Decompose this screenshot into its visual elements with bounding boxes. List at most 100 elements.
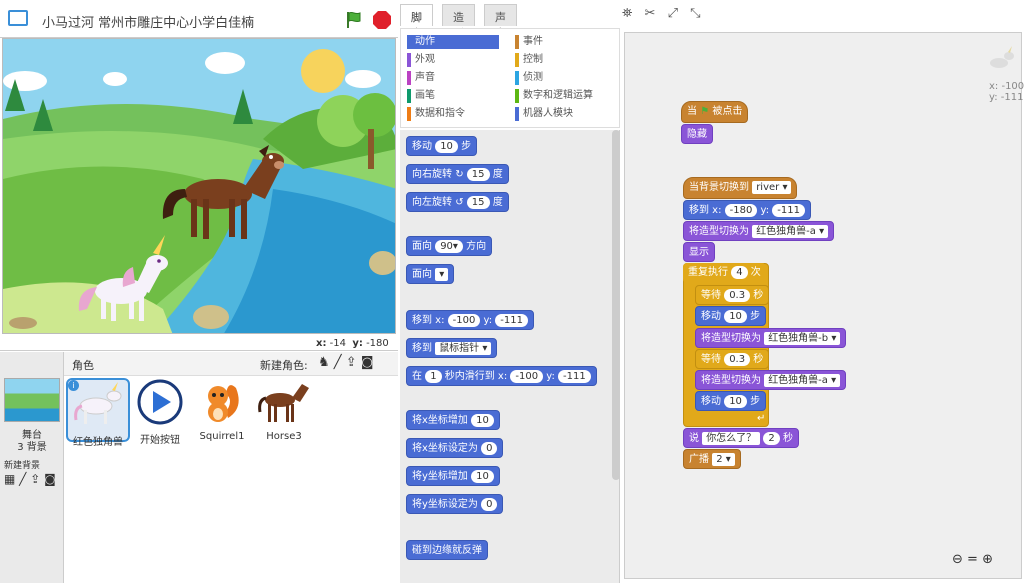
seconds-input[interactable]: 1: [425, 370, 442, 383]
block-point-direction[interactable]: 面向 90▾ 方向: [406, 236, 493, 256]
degrees-input[interactable]: 15: [466, 196, 490, 209]
seconds-input[interactable]: 0.3: [724, 353, 751, 366]
steps-input[interactable]: 10: [724, 310, 747, 323]
block-say-for[interactable]: 说 你怎么了？ 2 秒: [683, 428, 799, 448]
block-repeat[interactable]: 重复执行 4 次: [683, 263, 766, 283]
block-broadcast[interactable]: 广播 2 ▾: [683, 449, 741, 469]
degrees-input[interactable]: 15: [466, 168, 490, 181]
tab-scripts[interactable]: 脚本: [400, 4, 433, 40]
stop-icon[interactable]: [372, 10, 392, 30]
delete-icon[interactable]: ✂: [645, 6, 656, 21]
block-glide[interactable]: 在 1 秒内滑行到 x: -100 y: -111: [406, 366, 597, 386]
hat-backdrop-switch[interactable]: 当背景切换到 river ▾: [683, 177, 798, 199]
upload-sprite-icon[interactable]: ⇪: [346, 355, 357, 370]
backdrop-dropdown[interactable]: river ▾: [752, 181, 792, 194]
block-set-x[interactable]: 将x坐标设定为 0: [406, 438, 504, 458]
block-point-towards[interactable]: 面向 ▾: [406, 264, 455, 284]
tab-sounds[interactable]: 声音: [484, 4, 517, 40]
message-dropdown[interactable]: 2 ▾: [712, 453, 735, 466]
duplicate-icon[interactable]: ⛯: [622, 6, 632, 21]
scripts-area[interactable]: x: -100 y: -111 当 ⚑ 被点击 隐藏 当背景切换到 river …: [624, 32, 1024, 579]
category-sensing[interactable]: 侦测: [515, 71, 543, 85]
block-wait[interactable]: 等待 0.3 秒: [695, 285, 770, 305]
block-bounce[interactable]: 碰到边缘就反弹: [406, 540, 488, 560]
category-pen[interactable]: 画笔: [407, 89, 435, 103]
block-goto-xy[interactable]: 移到 x: -180 y: -111: [683, 200, 811, 220]
zoom-in-icon[interactable]: ⊕: [982, 552, 993, 567]
block-wait[interactable]: 等待 0.3 秒: [695, 349, 770, 369]
count-input[interactable]: 4: [731, 266, 748, 279]
message-input[interactable]: 你怎么了？: [702, 432, 761, 445]
x-input[interactable]: -100: [510, 370, 544, 383]
draw-backdrop-icon[interactable]: ╱: [19, 472, 26, 486]
value-input[interactable]: 10: [471, 414, 494, 427]
category-robot[interactable]: 机器人模块: [515, 107, 573, 121]
block-move[interactable]: 移动 10 步: [695, 306, 767, 326]
category-motion[interactable]: 动作: [407, 35, 499, 49]
category-events[interactable]: 事件: [515, 35, 543, 49]
value-input[interactable]: 0: [481, 498, 498, 511]
block-change-x[interactable]: 将x坐标增加 10: [406, 410, 500, 430]
block-text: 秒: [782, 433, 793, 444]
camera-sprite-icon[interactable]: ◙: [361, 355, 374, 370]
green-flag-icon[interactable]: [344, 10, 364, 30]
shrink-icon[interactable]: ⤡: [690, 6, 700, 21]
block-change-y[interactable]: 将y坐标增加 10: [406, 466, 500, 486]
block-text: 度: [492, 169, 503, 180]
zoom-reset-icon[interactable]: =: [967, 552, 978, 567]
grow-icon[interactable]: ⤢: [668, 6, 678, 21]
block-switch-costume[interactable]: 将造型切换为 红色独角兽-b ▾: [695, 328, 847, 348]
steps-input[interactable]: 10: [435, 140, 458, 153]
paint-backdrop-icon[interactable]: ▦: [4, 472, 15, 486]
y-input[interactable]: -111: [558, 370, 591, 383]
block-show[interactable]: 显示: [683, 242, 715, 262]
paint-sprite-icon[interactable]: ╱: [334, 355, 342, 370]
sprite-tile-unicorn[interactable]: i 红色独角兽: [66, 378, 130, 448]
sprite-tile-horse[interactable]: Horse3: [252, 378, 316, 442]
costume-dropdown[interactable]: 红色独角兽-a ▾: [764, 374, 841, 387]
value-input[interactable]: 0: [481, 442, 498, 455]
category-looks[interactable]: 外观: [407, 53, 435, 67]
block-move[interactable]: 移动 10 步: [406, 136, 478, 156]
stage-thumbnail[interactable]: [4, 378, 60, 422]
sprite-tile-squirrel[interactable]: Squirrel1: [190, 378, 254, 442]
seconds-input[interactable]: 0.3: [724, 289, 751, 302]
costume-dropdown[interactable]: 红色独角兽-b ▾: [764, 332, 841, 345]
block-turn-right[interactable]: 向右旋转 ↻ 15 度: [406, 164, 509, 184]
x-input[interactable]: -180: [724, 204, 758, 217]
y-input[interactable]: -111: [495, 314, 528, 327]
category-control[interactable]: 控制: [515, 53, 543, 67]
category-sound[interactable]: 声音: [407, 71, 435, 85]
block-switch-costume[interactable]: 将造型切换为 红色独角兽-a ▾: [683, 221, 835, 241]
goto-dropdown[interactable]: 鼠标指针 ▾: [435, 342, 492, 355]
category-data[interactable]: 数据和指令: [407, 107, 465, 121]
value-input[interactable]: 10: [471, 470, 494, 483]
block-switch-costume[interactable]: 将造型切换为 红色独角兽-a ▾: [695, 370, 847, 390]
y-input[interactable]: -111: [772, 204, 805, 217]
direction-dropdown[interactable]: 90▾: [435, 240, 463, 253]
block-turn-left[interactable]: 向左旋转 ↺ 15 度: [406, 192, 509, 212]
block-set-y[interactable]: 将y坐标设定为 0: [406, 494, 504, 514]
zoom-out-icon[interactable]: ⊖: [952, 552, 963, 567]
info-icon[interactable]: i: [68, 380, 79, 391]
hat-flag-clicked[interactable]: 当 ⚑ 被点击: [681, 101, 749, 123]
tab-costumes[interactable]: 造型: [442, 4, 475, 40]
steps-input[interactable]: 10: [724, 395, 747, 408]
stage-backdrop-column[interactable]: 舞台 3 背景 新建背景 ▦ ╱ ⇪ ◙: [0, 352, 64, 583]
costume-dropdown[interactable]: 红色独角兽-a ▾: [752, 225, 829, 238]
x-input[interactable]: -100: [447, 314, 481, 327]
block-move[interactable]: 移动 10 步: [695, 391, 767, 411]
block-goto-xy[interactable]: 移到 x: -100 y: -111: [406, 310, 534, 330]
seconds-input[interactable]: 2: [763, 432, 780, 445]
fullscreen-icon[interactable]: [8, 10, 28, 26]
choose-sprite-icon[interactable]: ♞: [318, 355, 330, 370]
block-hide[interactable]: 隐藏: [681, 124, 713, 144]
upload-backdrop-icon[interactable]: ⇪: [30, 472, 40, 486]
target-dropdown[interactable]: ▾: [435, 268, 449, 281]
block-goto[interactable]: 移到 鼠标指针 ▾: [406, 338, 498, 358]
category-operators[interactable]: 数字和逻辑运算: [515, 89, 593, 103]
palette-scrollbar[interactable]: [612, 130, 620, 480]
camera-backdrop-icon[interactable]: ◙: [44, 472, 56, 486]
sprite-tile-start-button[interactable]: 开始按钮: [128, 378, 192, 446]
stage-canvas[interactable]: [2, 38, 396, 334]
